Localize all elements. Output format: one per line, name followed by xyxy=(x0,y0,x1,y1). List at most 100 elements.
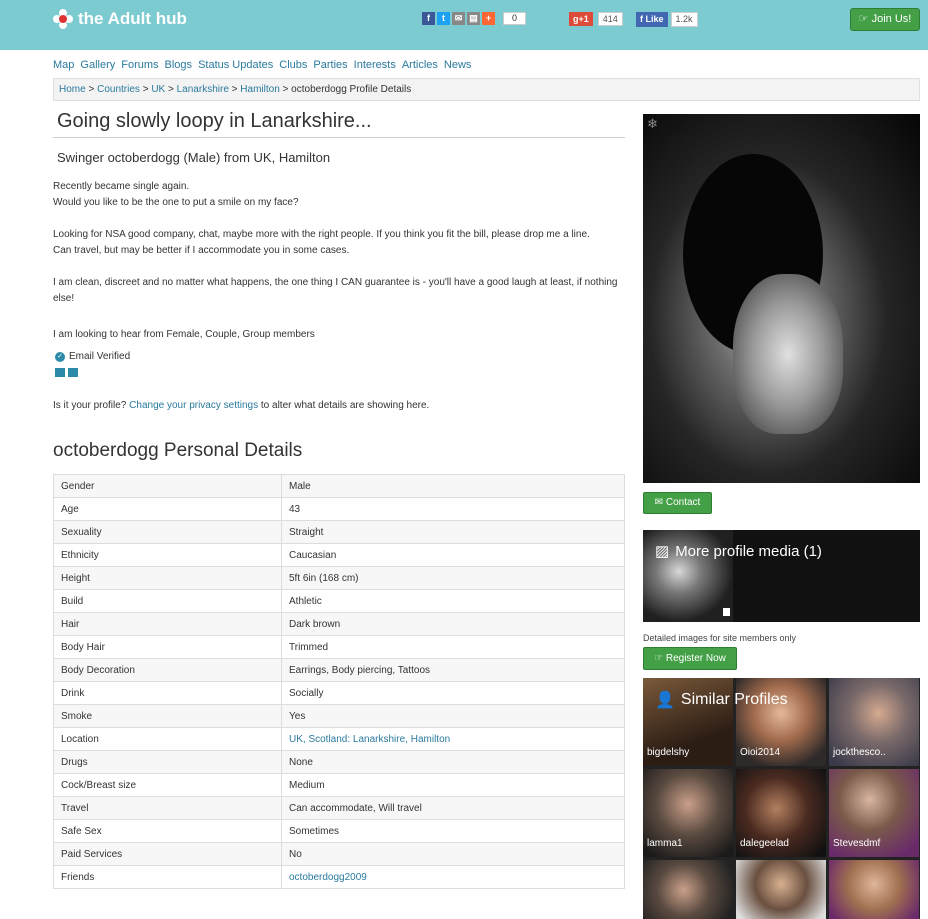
more-share-icon[interactable]: + xyxy=(482,12,495,25)
details-value-link[interactable]: octoberdogg2009 xyxy=(289,872,367,883)
page-title: Going slowly loopy in Lanarkshire... xyxy=(53,108,625,138)
details-value: Sometimes xyxy=(281,819,625,843)
details-key: Drink xyxy=(53,681,282,705)
details-row: Location UK, Scotland: Lanarkshire, Hamil… xyxy=(53,727,625,751)
similar-profile-tile[interactable]: lamma1 xyxy=(643,769,733,857)
similar-profile-name: dalegeelad xyxy=(740,838,789,849)
contact-button[interactable]: ✉ Contact xyxy=(643,492,712,514)
similar-profiles-label: Similar Profiles xyxy=(680,691,788,708)
details-value: Trimmed xyxy=(281,635,625,659)
similar-profile-tile[interactable]: Stevesdmf xyxy=(829,769,919,857)
breadcrumb-sep: > xyxy=(88,84,95,95)
group-icon xyxy=(55,368,65,377)
details-row: Smoke Yes xyxy=(53,704,625,728)
breadcrumb-hamilton[interactable]: Hamilton xyxy=(240,84,279,95)
details-row: Cock/Breast size Medium xyxy=(53,773,625,797)
similar-profile-tile[interactable] xyxy=(736,860,826,919)
details-key: Smoke xyxy=(53,704,282,728)
breadcrumb-home[interactable]: Home xyxy=(59,84,86,95)
fb-like-label: Like xyxy=(645,14,664,24)
nav-gallery[interactable]: Gallery xyxy=(80,59,115,71)
details-value: Athletic xyxy=(281,589,625,613)
nav-interests[interactable]: Interests xyxy=(354,59,396,71)
twitter-share-icon[interactable]: t xyxy=(437,12,450,25)
details-value: octoberdogg2009 xyxy=(281,865,625,889)
breadcrumb-uk[interactable]: UK xyxy=(151,84,165,95)
user-icon: 👤 xyxy=(655,692,675,709)
flower-icon xyxy=(53,9,73,29)
privacy-note: Is it your profile? Change your privacy … xyxy=(53,400,429,411)
profile-subtitle: Swinger octoberdogg (Male) from UK, Hami… xyxy=(57,150,331,165)
profile-photo[interactable]: ❄ xyxy=(643,114,920,483)
email-share-icon[interactable]: ✉ xyxy=(452,12,465,25)
details-row: Body Hair Trimmed xyxy=(53,635,625,659)
email-verified-label: Email Verified xyxy=(69,351,131,362)
share-count: 0 xyxy=(503,12,527,25)
more-media-heading: ▨ More profile media (1) xyxy=(655,542,822,561)
image-icon xyxy=(68,368,78,377)
nav-articles[interactable]: Articles xyxy=(402,59,438,71)
register-button[interactable]: ☞ Register Now xyxy=(643,647,737,670)
details-row: Height 5ft 6in (168 cm) xyxy=(53,566,625,590)
details-row: Drugs None xyxy=(53,750,625,774)
details-heading: octoberdogg Personal Details xyxy=(53,440,303,461)
similar-profile-tile[interactable]: dalegeelad xyxy=(736,769,826,857)
details-key: Friends xyxy=(53,865,282,889)
gplus-button[interactable]: g+1 xyxy=(569,12,593,26)
details-value: Dark brown xyxy=(281,612,625,636)
bio-line: Can travel, but may be better if I accom… xyxy=(53,245,350,256)
print-share-icon[interactable]: ▤ xyxy=(467,12,480,25)
details-key: Travel xyxy=(53,796,282,820)
details-table: Gender Male Age 43 Sexuality Straight Ethnicit… xyxy=(53,474,625,889)
details-row: Travel Can accommodate, Will travel xyxy=(53,796,625,820)
site-logo[interactable]: the Adult hub xyxy=(53,9,187,29)
breadcrumb-sep: > xyxy=(282,84,289,95)
details-value: Straight xyxy=(281,520,625,544)
breadcrumb-lanarkshire[interactable]: Lanarkshire xyxy=(177,84,229,95)
bio-line: Recently became single again. xyxy=(53,181,190,192)
details-row: Safe Sex Sometimes xyxy=(53,819,625,843)
fb-like-button[interactable]: f Like xyxy=(636,12,668,27)
details-key: Location xyxy=(53,727,282,751)
gplus-count: 414 xyxy=(597,12,623,26)
nav-news[interactable]: News xyxy=(444,59,472,71)
details-value: None xyxy=(281,750,625,774)
join-label: Join Us! xyxy=(871,13,912,25)
similar-profile-tile[interactable]: jockthesco.. xyxy=(829,678,919,766)
similar-profile-tile[interactable] xyxy=(643,860,733,919)
details-row: Sexuality Straight xyxy=(53,520,625,544)
nav-map[interactable]: Map xyxy=(53,59,74,71)
similar-profiles-heading: 👤 Similar Profiles xyxy=(655,690,788,710)
details-row: Gender Male xyxy=(53,474,625,498)
similar-profile-name: bigdelshy xyxy=(647,747,690,758)
more-media-label: More profile media (1) xyxy=(675,542,822,560)
nav-blogs[interactable]: Blogs xyxy=(165,59,193,71)
breadcrumb-sep: > xyxy=(168,84,174,95)
nav-parties[interactable]: Parties xyxy=(313,59,347,71)
similar-profile-name: Stevesdmf xyxy=(833,838,881,849)
snowflake-icon: ❄ xyxy=(647,116,658,131)
details-row: Body Decoration Earrings, Body piercing, … xyxy=(53,658,625,682)
details-key: Height xyxy=(53,566,282,590)
details-key: Gender xyxy=(53,474,282,498)
more-media-panel[interactable]: ▨ More profile media (1) xyxy=(643,530,920,622)
details-value-link[interactable]: UK, Scotland: Lanarkshire, Hamilton xyxy=(289,734,450,745)
breadcrumb: Home > Countries > UK > Lanarkshire > Ha… xyxy=(53,78,920,101)
details-key: Build xyxy=(53,589,282,613)
email-verified-badge: ✓ Email Verified xyxy=(55,351,130,362)
join-button[interactable]: ☞ Join Us! xyxy=(850,8,920,31)
similar-profile-tile[interactable] xyxy=(829,860,919,919)
privacy-settings-link[interactable]: Change your privacy settings xyxy=(129,400,258,411)
nav-forums[interactable]: Forums xyxy=(121,59,158,71)
similar-profile-name: lamma1 xyxy=(647,838,683,849)
details-key: Body Decoration xyxy=(53,658,282,682)
nav-clubs[interactable]: Clubs xyxy=(279,59,307,71)
facebook-share-icon[interactable]: f xyxy=(422,12,435,25)
details-row: Friends octoberdogg2009 xyxy=(53,865,625,889)
breadcrumb-countries[interactable]: Countries xyxy=(97,84,140,95)
details-value: Earrings, Body piercing, Tattoos xyxy=(281,658,625,682)
details-key: Drugs xyxy=(53,750,282,774)
nav-status-updates[interactable]: Status Updates xyxy=(198,59,273,71)
bio-line: I am clean, discreet and no matter what … xyxy=(53,277,618,304)
breadcrumb-sep: > xyxy=(142,84,149,95)
